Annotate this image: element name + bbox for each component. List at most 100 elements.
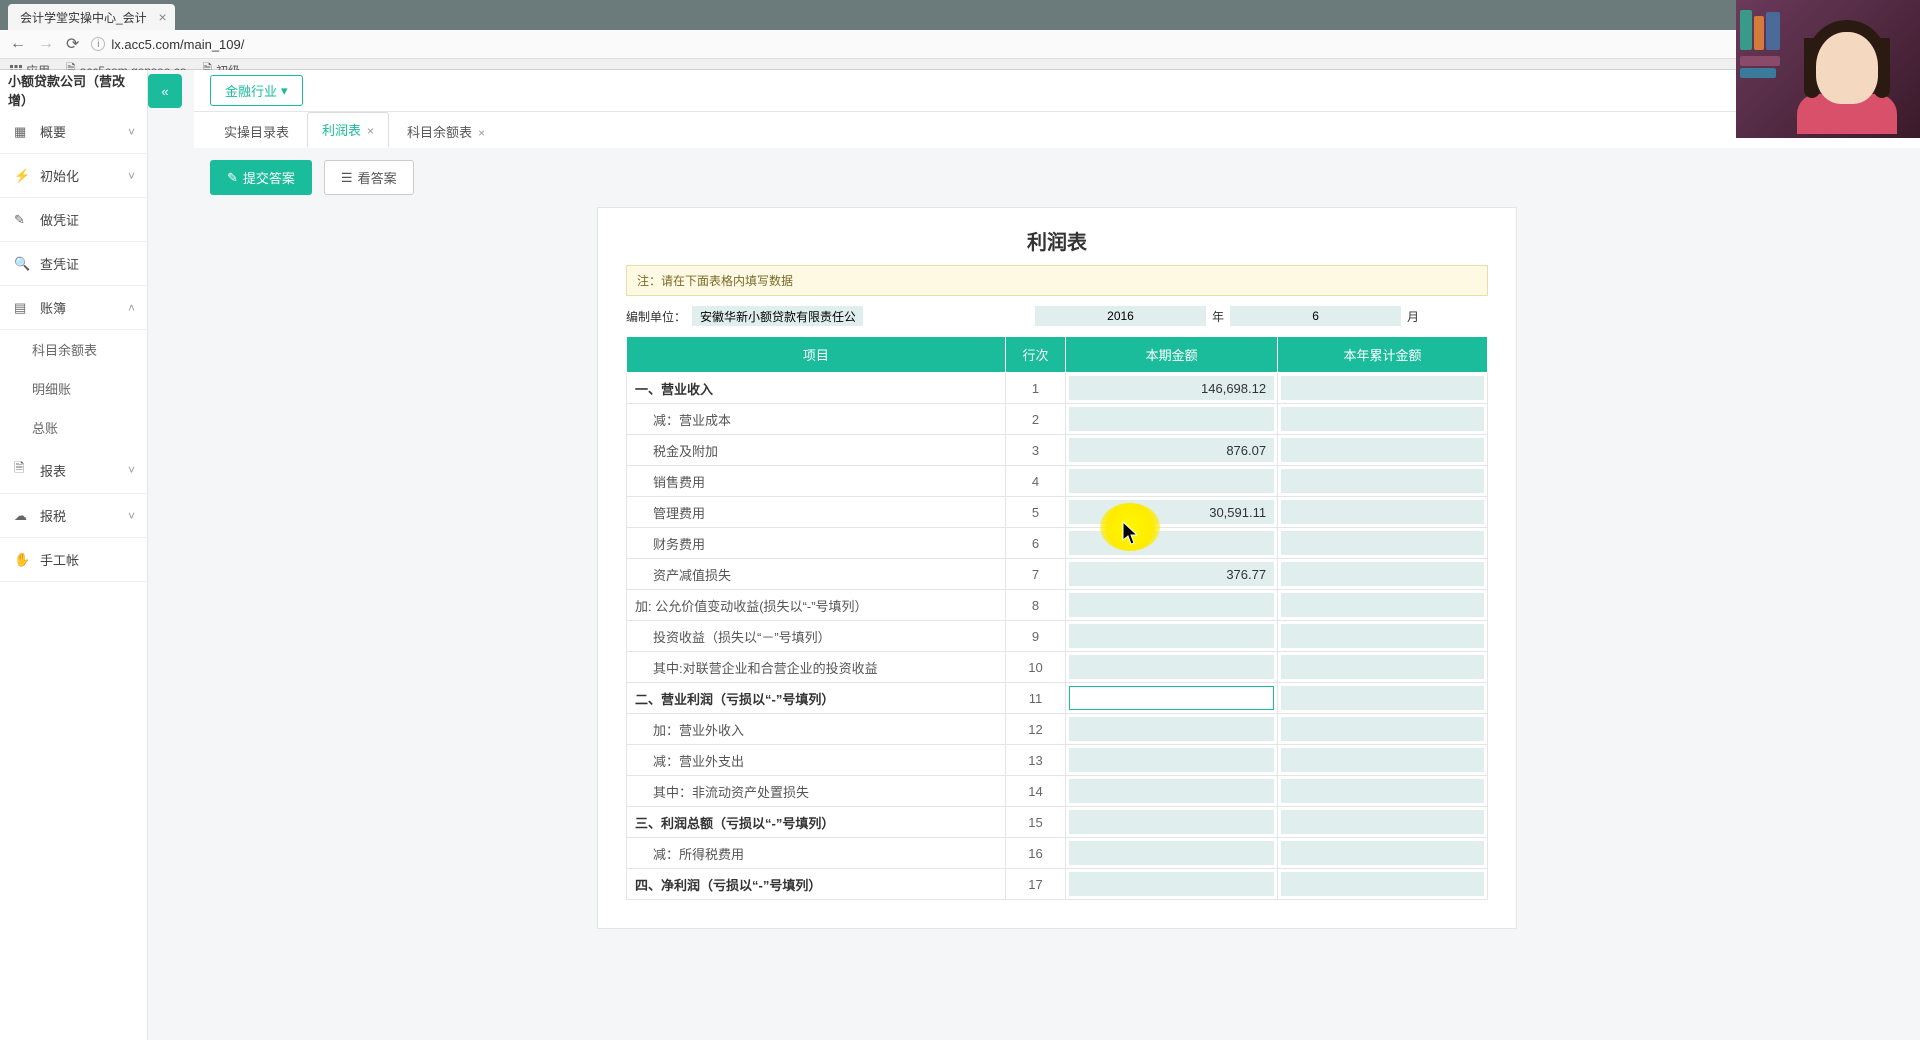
sidebar-title: 小额贷款公司（营改增） xyxy=(0,70,147,110)
ytd-amount-input[interactable] xyxy=(1281,562,1484,586)
current-amount-input[interactable] xyxy=(1069,562,1274,586)
ytd-amount-input[interactable] xyxy=(1281,624,1484,648)
sidebar-subitem-4-0[interactable]: 科目余额表 xyxy=(0,330,147,369)
close-icon[interactable]: × xyxy=(159,9,167,25)
table-row: 投资收益（损失以“－”号填列） 9 xyxy=(627,621,1488,652)
content-tab-1[interactable]: 利润表 × xyxy=(307,112,389,148)
tab-label: 利润表 xyxy=(322,123,361,138)
browser-tab[interactable]: 会计学堂实操中心_会计 × xyxy=(8,4,175,30)
content-tabs: 实操目录表 利润表 × 科目余额表 × xyxy=(194,112,1920,148)
back-icon[interactable]: ← xyxy=(10,35,26,53)
sidebar-item-4[interactable]: ▤ 账簿 ˄ xyxy=(0,286,147,330)
ytd-amount-input[interactable] xyxy=(1281,655,1484,679)
sidebar-item-5[interactable]: 🗎 报表 ˅ xyxy=(0,447,147,494)
sheet-note: 注：请在下面表格内填写数据 xyxy=(626,265,1488,296)
tab-label: 实操目录表 xyxy=(224,125,289,140)
month-input[interactable] xyxy=(1230,306,1401,326)
address-bar: ← → ⟳ i lx.acc5.com/main_109/ xyxy=(0,30,1920,58)
table-row: 税金及附加 3 xyxy=(627,435,1488,466)
current-amount-input[interactable] xyxy=(1069,779,1274,803)
ytd-amount-input[interactable] xyxy=(1281,438,1484,462)
org-input[interactable] xyxy=(692,306,863,326)
ytd-amount-input[interactable] xyxy=(1281,779,1484,803)
sidebar-item-2[interactable]: ✎ 做凭证 xyxy=(0,198,147,242)
current-amount-input[interactable] xyxy=(1069,841,1274,865)
row-line: 8 xyxy=(1005,590,1065,621)
current-amount-input[interactable] xyxy=(1069,686,1274,710)
ytd-amount-input[interactable] xyxy=(1281,810,1484,834)
chevron-down-icon: ˅ xyxy=(128,509,135,523)
sidebar-item-0[interactable]: ▦ 概要 ˅ xyxy=(0,110,147,154)
grid-icon: ▦ xyxy=(14,124,30,140)
ytd-amount-input[interactable] xyxy=(1281,717,1484,741)
ytd-amount-input[interactable] xyxy=(1281,593,1484,617)
current-amount-input[interactable] xyxy=(1069,872,1274,896)
submit-answer-button[interactable]: ✎ 提交答案 xyxy=(210,160,312,195)
sidebar-item-6[interactable]: ☁ 报税 ˅ xyxy=(0,494,147,538)
current-amount-input[interactable] xyxy=(1069,469,1274,493)
current-amount-input[interactable] xyxy=(1069,810,1274,834)
sidebar-item-3[interactable]: 🔍 查凭证 xyxy=(0,242,147,286)
row-line: 4 xyxy=(1005,466,1065,497)
tab-label: 科目余额表 xyxy=(407,125,472,140)
main-area: 金融行业 ▾ 张师师老师 (SVIP会员) 实操目录表利润表×科目余额表× ✎ … xyxy=(148,70,1920,1040)
sidebar-item-label: 查凭证 xyxy=(40,254,79,273)
sidebar-collapse-button[interactable]: « xyxy=(148,74,182,108)
ytd-amount-input[interactable] xyxy=(1281,376,1484,400)
current-amount-input[interactable] xyxy=(1069,624,1274,648)
ytd-amount-input[interactable] xyxy=(1281,748,1484,772)
sidebar-item-1[interactable]: ⚡ 初始化 ˅ xyxy=(0,154,147,198)
row-item: 投资收益（损失以“－”号填列） xyxy=(627,621,1006,652)
info-icon[interactable]: i xyxy=(91,37,105,51)
close-icon[interactable]: × xyxy=(478,126,485,140)
sidebar-item-label: 做凭证 xyxy=(40,210,79,229)
ytd-amount-input[interactable] xyxy=(1281,407,1484,431)
view-answer-button[interactable]: ☰ 看答案 xyxy=(324,160,414,195)
current-amount-input[interactable] xyxy=(1069,593,1274,617)
table-row: 财务费用 6 xyxy=(627,528,1488,559)
url-box[interactable]: i lx.acc5.com/main_109/ xyxy=(91,37,1910,52)
row-item: 加：营业外收入 xyxy=(627,714,1006,745)
chevron-down-icon: ˅ xyxy=(128,463,135,477)
sidebar-subitem-4-2[interactable]: 总账 xyxy=(0,408,147,447)
row-item: 减：营业成本 xyxy=(627,404,1006,435)
table-row: 减：营业成本 2 xyxy=(627,404,1488,435)
org-label: 编制单位： xyxy=(626,308,686,325)
sidebar-subitem-4-1[interactable]: 明细账 xyxy=(0,369,147,408)
current-amount-input[interactable] xyxy=(1069,438,1274,462)
sidebar-item-label: 账簿 xyxy=(40,298,66,317)
reload-icon[interactable]: ⟳ xyxy=(66,34,79,54)
current-amount-input[interactable] xyxy=(1069,655,1274,679)
ytd-amount-input[interactable] xyxy=(1281,531,1484,555)
sidebar-item-label: 报表 xyxy=(40,461,66,480)
row-item: 其中:对联营企业和合营企业的投资收益 xyxy=(627,652,1006,683)
year-input[interactable] xyxy=(1035,306,1206,326)
row-line: 5 xyxy=(1005,497,1065,528)
forward-icon[interactable]: → xyxy=(38,35,54,53)
ytd-amount-input[interactable] xyxy=(1281,686,1484,710)
ytd-amount-input[interactable] xyxy=(1281,872,1484,896)
file-icon: 🗎 xyxy=(14,459,30,481)
ytd-amount-input[interactable] xyxy=(1281,469,1484,493)
row-item: 二、营业利润（亏损以“-”号填列） xyxy=(627,683,1006,714)
current-amount-input[interactable] xyxy=(1069,376,1274,400)
ytd-amount-input[interactable] xyxy=(1281,841,1484,865)
current-amount-input[interactable] xyxy=(1069,531,1274,555)
view-label: 看答案 xyxy=(358,168,397,187)
video-overlay xyxy=(1736,0,1920,138)
current-amount-input[interactable] xyxy=(1069,500,1274,524)
current-amount-input[interactable] xyxy=(1069,748,1274,772)
content-tab-2[interactable]: 科目余额表 × xyxy=(393,115,499,148)
row-line: 14 xyxy=(1005,776,1065,807)
row-line: 10 xyxy=(1005,652,1065,683)
close-icon[interactable]: × xyxy=(367,124,374,138)
row-item: 税金及附加 xyxy=(627,435,1006,466)
industry-dropdown[interactable]: 金融行业 ▾ xyxy=(210,75,303,106)
sheet-meta: 编制单位： 年 月 xyxy=(626,306,1488,326)
sidebar-item-7[interactable]: ✋ 手工帐 xyxy=(0,538,147,582)
content-tab-0[interactable]: 实操目录表 xyxy=(210,115,303,148)
current-amount-input[interactable] xyxy=(1069,717,1274,741)
chevron-down-icon: ˅ xyxy=(128,125,135,139)
current-amount-input[interactable] xyxy=(1069,407,1274,431)
ytd-amount-input[interactable] xyxy=(1281,500,1484,524)
